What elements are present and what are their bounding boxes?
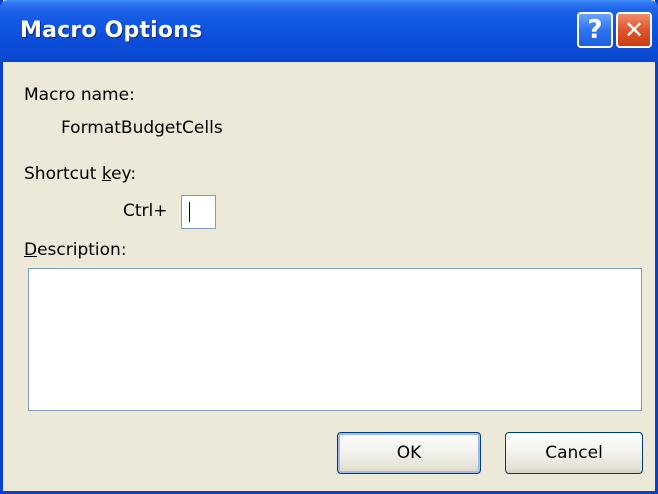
help-button[interactable]: ?	[577, 12, 613, 48]
ok-button-label: OK	[396, 443, 422, 463]
shortcut-key-input[interactable]	[181, 195, 216, 229]
help-icon: ?	[587, 15, 603, 45]
cancel-button[interactable]: Cancel	[505, 432, 643, 474]
macro-name-label: Macro name:	[24, 85, 135, 105]
description-label-rest: escription:	[37, 240, 127, 260]
ctrl-prefix-label: Ctrl+	[123, 201, 168, 221]
shortcut-key-label-end: ey:	[111, 164, 137, 184]
close-button[interactable]: ✕	[616, 12, 652, 48]
text-caret	[189, 202, 190, 222]
macro-options-dialog: Macro Options ? ✕ Macro name: FormatBudg…	[0, 0, 658, 494]
description-textarea[interactable]	[28, 268, 642, 411]
shortcut-key-accelerator: k	[101, 164, 112, 184]
description-label: Description:	[24, 240, 127, 260]
dialog-title: Macro Options	[20, 18, 203, 43]
shortcut-key-label-start: Shortcut	[24, 164, 102, 184]
shortcut-key-label: Shortcut key:	[24, 164, 136, 184]
close-icon: ✕	[623, 16, 645, 44]
macro-name-value: FormatBudgetCells	[61, 118, 223, 138]
title-bar[interactable]: Macro Options ? ✕	[0, 0, 658, 62]
cancel-button-label: Cancel	[545, 443, 603, 463]
description-accelerator: D	[24, 240, 38, 260]
ok-button[interactable]: OK	[337, 432, 481, 474]
